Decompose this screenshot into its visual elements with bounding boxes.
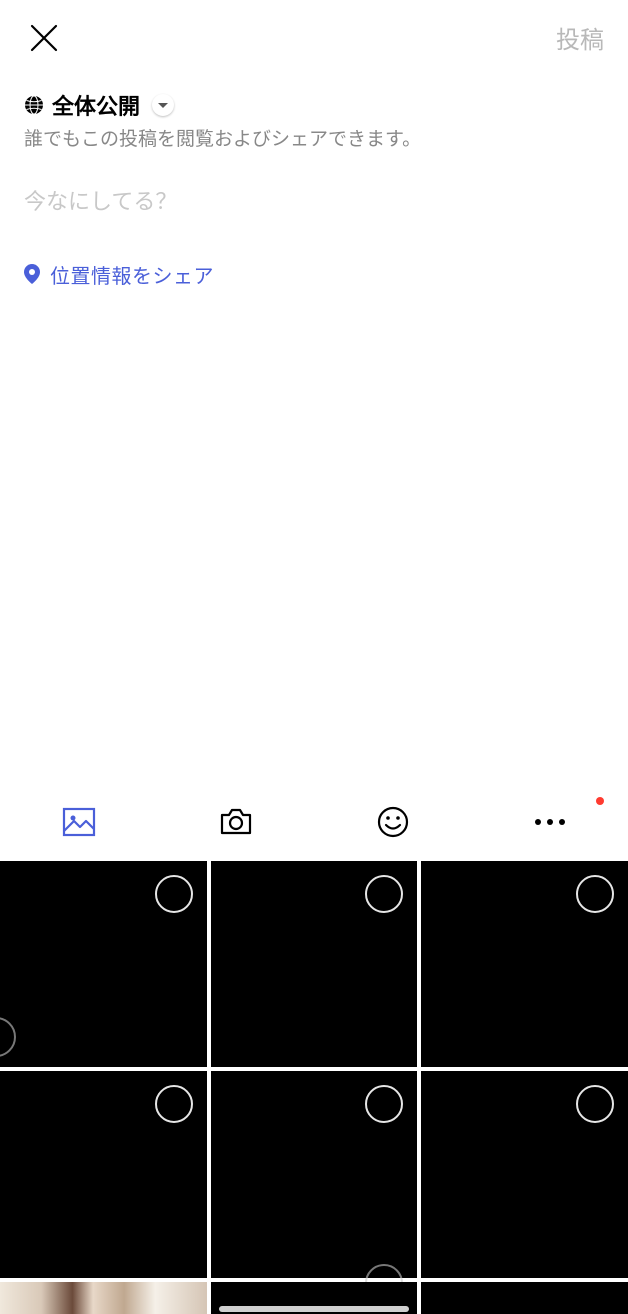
home-indicator[interactable]	[219, 1306, 409, 1312]
globe-icon	[24, 95, 44, 115]
photo-thumbnail[interactable]	[0, 1071, 207, 1278]
notification-dot	[596, 797, 604, 805]
more-tab[interactable]	[471, 805, 628, 839]
compose-toolbar	[0, 787, 628, 861]
share-location-label: 位置情報をシェア	[50, 260, 214, 289]
photo-thumbnail[interactable]	[0, 1282, 207, 1314]
privacy-selector[interactable]: 全体公開	[0, 75, 628, 121]
content-spacer	[0, 289, 628, 787]
post-button[interactable]: 投稿	[556, 20, 604, 55]
privacy-label: 全体公開	[52, 89, 140, 121]
select-circle-icon[interactable]	[576, 875, 614, 913]
photo-thumbnail[interactable]	[421, 1071, 628, 1278]
close-button[interactable]	[28, 22, 60, 54]
smile-icon	[376, 805, 410, 839]
privacy-dropdown-button[interactable]	[152, 94, 174, 116]
select-circle-icon[interactable]	[155, 875, 193, 913]
header-bar: 投稿	[0, 0, 628, 75]
photo-thumbnail[interactable]	[421, 861, 628, 1068]
select-circle-icon[interactable]	[155, 1085, 193, 1123]
privacy-description: 誰でもこの投稿を閲覧およびシェアできます。	[0, 121, 628, 154]
location-pin-icon	[24, 264, 40, 284]
more-icon	[533, 805, 567, 839]
compose-input[interactable]: 今なにしてる？	[0, 154, 628, 216]
close-icon	[28, 41, 60, 58]
emoji-tab[interactable]	[314, 805, 471, 839]
photo-gallery-grid	[0, 861, 628, 1314]
select-circle-icon[interactable]	[365, 875, 403, 913]
partial-circle-icon	[0, 1017, 16, 1057]
chevron-down-icon	[158, 96, 168, 114]
photo-thumbnail[interactable]	[0, 861, 207, 1068]
compose-placeholder: 今なにしてる？	[24, 189, 177, 214]
camera-tab[interactable]	[157, 805, 314, 839]
camera-icon	[219, 805, 253, 839]
photo-thumbnail[interactable]	[211, 1071, 418, 1278]
gallery-tab[interactable]	[0, 805, 157, 839]
select-circle-icon[interactable]	[576, 1085, 614, 1123]
image-icon	[62, 805, 96, 839]
share-location-button[interactable]: 位置情報をシェア	[0, 216, 628, 289]
photo-thumbnail[interactable]	[211, 861, 418, 1068]
photo-thumbnail[interactable]	[421, 1282, 628, 1314]
select-circle-icon[interactable]	[365, 1085, 403, 1123]
